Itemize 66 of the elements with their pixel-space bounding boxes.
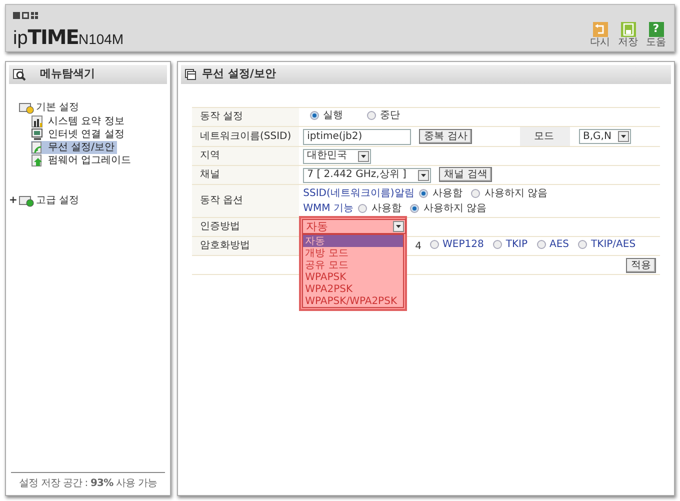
apply-button[interactable]: 적용 xyxy=(626,258,656,272)
radio-button[interactable] xyxy=(310,111,320,120)
dropdown-arrow-icon xyxy=(421,174,426,177)
toolbar-button[interactable]: 다시 xyxy=(590,22,610,48)
check-button[interactable]: 중복 검사 xyxy=(419,129,472,144)
radio-button[interactable] xyxy=(358,204,368,213)
field-label: 모드 xyxy=(520,127,570,146)
toolbar-button[interactable]: 저장 xyxy=(618,22,638,48)
radio-button[interactable] xyxy=(367,111,376,120)
channel-scan-button[interactable]: 채널 검색 xyxy=(439,167,492,182)
logo-icon xyxy=(13,12,38,19)
option-label: WMM 기능 xyxy=(303,202,354,214)
undo-icon xyxy=(592,22,608,37)
tree-item[interactable]: 인터넷 연결 설정 xyxy=(31,128,126,141)
tree-item[interactable]: 시스템 요약 정보 xyxy=(31,115,126,128)
radio-label: 실행 xyxy=(323,110,344,122)
storage-status: 설정 저장 공간 : 93% 사용 가능 xyxy=(11,472,165,491)
radio-button[interactable] xyxy=(536,240,546,250)
window-icon xyxy=(185,69,196,80)
tree-item[interactable]: 펌웨어 업그레이드 xyxy=(31,154,134,167)
mode-select[interactable]: B,G,N xyxy=(579,129,631,144)
radio-label: AES xyxy=(550,238,570,251)
radio-button[interactable] xyxy=(430,240,439,250)
ssid-field[interactable]: iptime(jb2) xyxy=(303,128,412,144)
save-icon xyxy=(620,22,636,37)
radio-button[interactable] xyxy=(578,240,588,250)
radio-button[interactable] xyxy=(492,240,502,250)
radio-label: 4 xyxy=(415,241,422,252)
radio-label: 중단 xyxy=(380,110,400,122)
field-label: 인증방법 xyxy=(192,218,300,236)
chart-icon xyxy=(31,115,43,128)
help-icon: ? xyxy=(648,22,664,37)
radio-label: 사용함 xyxy=(432,188,462,200)
radio-button[interactable] xyxy=(471,189,480,198)
field-label: 네트워크이름(SSID) xyxy=(192,126,300,146)
radio-label: WEP128 xyxy=(442,238,484,251)
field-label: 채널 xyxy=(192,166,300,184)
radio-button[interactable] xyxy=(419,189,428,198)
search-icon xyxy=(13,68,26,80)
tree-item[interactable]: 고급 설정 xyxy=(36,193,80,208)
channel-select[interactable]: 7 [ 2.442 GHz,상위 ] xyxy=(303,168,432,183)
toolbar-button[interactable]: ? 도움 xyxy=(646,22,666,48)
tree-item[interactable]: 무선 설정/보안 xyxy=(31,141,117,154)
radio-label: TKIP xyxy=(506,238,528,251)
upgrade-icon xyxy=(31,154,43,167)
radio-label: 사용하지 않음 xyxy=(423,202,487,214)
panel-title: 메뉴탐색기 xyxy=(40,66,95,82)
radio-label: 사용하지 않음 xyxy=(484,188,548,200)
radio-label: TKIP/AES xyxy=(591,238,636,251)
radio-label: 사용함 xyxy=(371,202,402,214)
radio-button[interactable] xyxy=(410,204,420,213)
option-label: SSID(네트워크이름)알림 xyxy=(303,188,414,200)
panel-title: 무선 설정/보안 xyxy=(202,66,276,82)
field-label: 동작 옵션 xyxy=(192,184,300,218)
field-label: 동작 설정 xyxy=(192,108,300,126)
expand-toggle[interactable]: + xyxy=(9,193,17,208)
tree-item[interactable]: 기본 설정 xyxy=(36,100,80,115)
dropdown-arrow-icon xyxy=(361,154,366,158)
field-label: 지역 xyxy=(192,146,300,166)
logo: ipTIMEN104M xyxy=(13,27,124,48)
wireless-icon xyxy=(31,141,43,154)
monitor-icon xyxy=(31,128,43,141)
dropdown-arrow-icon xyxy=(621,135,626,138)
field-label: 암호화방법 xyxy=(192,236,300,256)
dropdown-arrow-icon xyxy=(396,225,402,228)
region-select[interactable]: 대한민국 xyxy=(303,148,372,164)
